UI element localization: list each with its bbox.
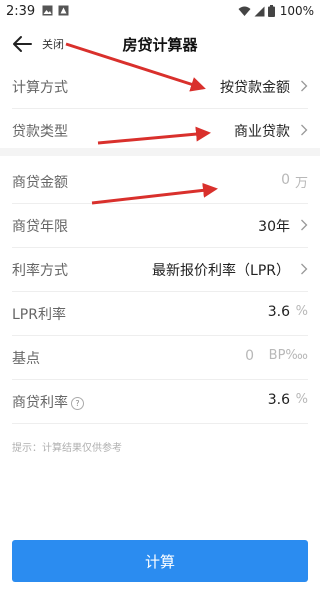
loan-term-label: 商贷年限 (12, 219, 68, 235)
calculate-button-label: 计算 (144, 552, 175, 571)
commercial-rate-unit: % (295, 392, 308, 407)
lpr-rate-unit: % (295, 304, 308, 319)
commercial-rate-label-wrap: 商贷利率? (12, 392, 84, 412)
page-title: 房贷计算器 (122, 36, 198, 54)
basis-point-unit: BP‱ (268, 348, 308, 363)
status-right: 100% (238, 4, 314, 18)
section-divider (0, 148, 320, 156)
header: 关闭 房贷计算器 (0, 24, 320, 64)
loan-amount-row[interactable]: 商贷金额 0 万 (12, 159, 308, 204)
battery-percent: 100% (279, 4, 314, 18)
basis-point-label: 基点 (12, 351, 40, 367)
commercial-rate-row: 商贷利率? 3.6 % (12, 379, 308, 424)
commercial-rate-value: 3.6 (267, 392, 290, 408)
commercial-rate-label: 商贷利率 (12, 395, 68, 411)
basis-point-input[interactable]: 0 (245, 348, 254, 364)
wifi-icon (238, 6, 251, 16)
calc-method-label: 计算方式 (12, 80, 68, 96)
loan-term-row[interactable]: 商贷年限 30年 (12, 203, 308, 248)
rate-method-label: 利率方式 (12, 263, 68, 279)
loan-term-value: 30年 (258, 219, 290, 235)
lpr-rate-row: LPR利率 3.6 % (12, 291, 308, 336)
battery-icon (267, 5, 275, 17)
loan-type-label: 贷款类型 (12, 124, 68, 140)
status-time: 2:39 (6, 4, 36, 19)
hint-text: 提示：计算结果仅供参考 (12, 443, 122, 454)
lpr-rate-label: LPR利率 (12, 307, 66, 323)
chevron-right-icon (301, 263, 308, 275)
calc-method-value: 按贷款金额 (220, 80, 290, 96)
loan-amount-unit: 万 (294, 176, 308, 191)
chevron-right-icon (301, 219, 308, 231)
image-icon (58, 5, 69, 16)
lpr-rate-value: 3.6 (267, 304, 290, 320)
loan-type-row[interactable]: 贷款类型 商业贷款 (12, 108, 308, 152)
image-icon (42, 5, 53, 16)
loan-type-value: 商业贷款 (234, 124, 290, 140)
chevron-right-icon (301, 80, 308, 92)
loan-amount-label: 商贷金额 (12, 175, 68, 191)
chevron-right-icon (301, 124, 308, 136)
basis-point-row[interactable]: 基点 0 BP‱ (12, 335, 308, 380)
status-bar: 2:39 100% (0, 0, 320, 24)
help-icon[interactable]: ? (71, 397, 84, 410)
calculate-button[interactable]: 计算 (12, 540, 308, 582)
rate-method-row[interactable]: 利率方式 最新报价利率（LPR） (12, 247, 308, 292)
signal-icon (254, 6, 265, 16)
loan-amount-input[interactable]: 0 (281, 172, 290, 188)
calc-method-row[interactable]: 计算方式 按贷款金额 (12, 64, 308, 109)
rate-method-value: 最新报价利率（LPR） (152, 263, 290, 279)
